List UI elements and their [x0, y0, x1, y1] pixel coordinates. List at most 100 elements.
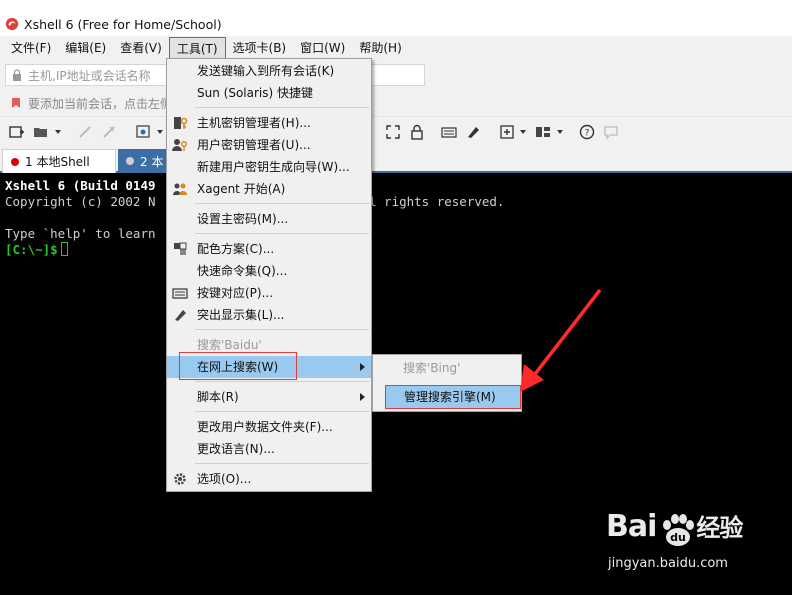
- menu-item-label: Sun (Solaris) 快捷键: [197, 86, 313, 100]
- menu-item-highlight-sets[interactable]: 突出显示集(L)...: [167, 304, 371, 326]
- lock-button[interactable]: [408, 123, 426, 141]
- menu-tab[interactable]: 选项卡(B): [226, 37, 294, 59]
- menu-item-send-keys[interactable]: 发送键输入到所有会话(K): [167, 60, 371, 82]
- host-address-placeholder: 主机,IP地址或会话名称: [28, 68, 151, 83]
- submenu-arrow-icon: [360, 363, 365, 371]
- menu-item-new-key-wizard[interactable]: 新建用户密钥生成向导(W)...: [167, 156, 371, 178]
- menu-item-label: 更改语言(N)...: [197, 442, 275, 456]
- menu-item-options[interactable]: 选项(O)...: [167, 468, 371, 490]
- tab-local-shell[interactable]: 1 本地Shell: [2, 149, 116, 173]
- menu-tools[interactable]: 工具(T): [168, 37, 226, 59]
- tools-menu: 发送键输入到所有会话(K) Sun (Solaris) 快捷键 主机密钥管理者(…: [166, 58, 372, 492]
- lock-icon: [13, 69, 21, 81]
- tab-label: 2 本: [140, 154, 164, 169]
- title-bar[interactable]: Xshell 6 (Free for Home/School): [0, 12, 792, 36]
- session-info-bar: 要添加当前会话，点击左侧: [0, 90, 792, 116]
- annotation-highlight-box: [179, 352, 297, 380]
- marker-icon: [175, 310, 186, 321]
- link-icon: [79, 126, 91, 138]
- fullscreen-icon: [386, 125, 400, 139]
- menu-item-label: 脚本(R): [197, 390, 239, 404]
- menu-separator: [195, 203, 369, 204]
- properties-dropdown-icon[interactable]: [157, 130, 163, 134]
- terminal-banner: Xshell 6 (Build 0149: [5, 178, 156, 193]
- menu-item-label: 发送键输入到所有会话(K): [197, 64, 335, 78]
- tab-session-2[interactable]: 2 本: [118, 149, 170, 173]
- chat-icon: [604, 126, 618, 140]
- menu-item-user-key-manager[interactable]: 用户密钥管理者(U)...: [167, 134, 371, 156]
- menu-view[interactable]: 查看(V): [113, 37, 169, 59]
- highlight-button[interactable]: [464, 123, 482, 141]
- session-status-dot: [11, 157, 19, 166]
- submenu-arrow-icon: [360, 393, 365, 401]
- menu-item-label: 设置主密码(M)...: [197, 212, 289, 226]
- svg-text:?: ?: [585, 129, 590, 139]
- layout-dropdown-icon[interactable]: [557, 130, 563, 134]
- terminal-prompt: [C:\~]$: [5, 242, 58, 257]
- menu-separator: [195, 107, 369, 108]
- menu-item-change-language[interactable]: 更改语言(N)...: [167, 438, 371, 460]
- keyboard-icon: [172, 288, 188, 299]
- menu-item-label: 快速命令集(Q)...: [197, 264, 288, 278]
- properties-button[interactable]: [134, 123, 152, 141]
- connect-button[interactable]: [76, 123, 94, 141]
- menu-item-master-password[interactable]: 设置主密码(M)...: [167, 208, 371, 230]
- terminal-copyright: Copyright (c) 2002 N: [5, 194, 156, 209]
- help-icon: ?: [579, 124, 595, 140]
- menu-item-quick-commands[interactable]: 快速命令集(Q)...: [167, 260, 371, 282]
- padlock-icon: [411, 124, 423, 140]
- menu-edit[interactable]: 编辑(E): [58, 37, 113, 59]
- menu-separator: [195, 381, 369, 382]
- menu-item-key-mapping[interactable]: 按键对应(P)...: [167, 282, 371, 304]
- top-strip: [0, 0, 792, 12]
- gear-icon: [174, 473, 186, 485]
- menu-file[interactable]: 文件(F): [4, 37, 58, 59]
- menu-separator: [195, 411, 369, 412]
- menu-item-color-scheme[interactable]: 配色方案(C)...: [167, 238, 371, 260]
- terminal-help-hint: Type `help' to learn: [5, 226, 156, 241]
- menu-item-host-key-manager[interactable]: 主机密钥管理者(H)...: [167, 112, 371, 134]
- window-title: Xshell 6 (Free for Home/School): [24, 16, 222, 32]
- menu-help[interactable]: 帮助(H): [352, 37, 408, 59]
- menu-item-script[interactable]: 脚本(R): [167, 386, 371, 408]
- menu-item-label: 新建用户密钥生成向导(W)...: [197, 160, 350, 174]
- menu-window[interactable]: 窗口(W): [293, 37, 352, 59]
- menu-item-label: 突出显示集(L)...: [197, 308, 285, 322]
- new-session-button[interactable]: [8, 123, 26, 141]
- menu-item-label: 主机密钥管理者(H)...: [197, 116, 311, 130]
- keyboard-icon: [441, 127, 457, 138]
- menu-separator: [195, 329, 369, 330]
- watermark-url: jingyan.baidu.com: [608, 556, 728, 571]
- address-bar: 主机,IP地址或会话名称: [0, 60, 792, 90]
- keyboard-button[interactable]: [440, 123, 458, 141]
- settings-icon: [136, 125, 150, 138]
- open-dropdown-icon[interactable]: [55, 130, 61, 134]
- menu-item-sun-keys[interactable]: Sun (Solaris) 快捷键: [167, 82, 371, 104]
- xagent-icon: [173, 183, 187, 195]
- user-key-icon: [172, 139, 188, 151]
- terminal-rights-text: l rights reserved.: [369, 194, 505, 209]
- unlink-icon: [103, 126, 115, 138]
- chat-button[interactable]: [602, 123, 620, 141]
- menu-item-label: 搜索'Bing': [403, 361, 461, 375]
- open-folder-button[interactable]: [32, 123, 50, 141]
- menu-item-change-data-folder[interactable]: 更改用户数据文件夹(F)...: [167, 416, 371, 438]
- menu-separator: [195, 233, 369, 234]
- menu-item-xagent[interactable]: Xagent 开始(A): [167, 178, 371, 200]
- new-session-icon: [9, 126, 24, 138]
- svg-text:du: du: [670, 531, 686, 544]
- help-button[interactable]: ?: [578, 123, 596, 141]
- add-tab-button[interactable]: [498, 123, 516, 141]
- xshell-logo-icon: [5, 17, 19, 31]
- fullscreen-button[interactable]: [384, 123, 402, 141]
- plus-window-icon: [500, 125, 514, 139]
- host-key-icon: [174, 117, 188, 129]
- layout-button[interactable]: [534, 123, 552, 141]
- disconnect-button[interactable]: [100, 123, 118, 141]
- add-tab-dropdown-icon[interactable]: [520, 130, 526, 134]
- menu-item-label: 按键对应(P)...: [197, 286, 274, 300]
- menu-item-label: 管理搜索引擎(M): [404, 390, 496, 404]
- bookmark-icon: [12, 98, 20, 108]
- watermark-logo-text: Bai: [606, 509, 657, 544]
- color-scheme-icon: [174, 242, 187, 255]
